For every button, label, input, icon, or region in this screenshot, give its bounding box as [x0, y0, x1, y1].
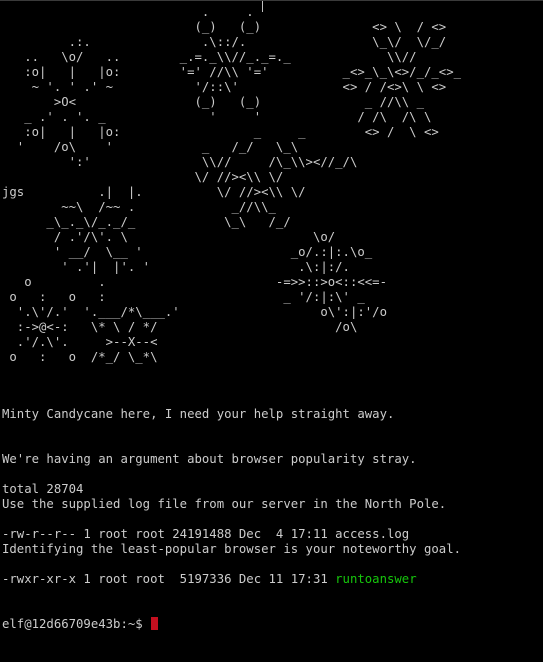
- directory-listing: total 28704 -rw-r--r-- 1 root root 24191…: [2, 452, 542, 662]
- file-name-access-log: access.log: [335, 527, 410, 541]
- ascii-art-snowflakes: . . (_) (_) <> \ / <> .:. .\::/. \_\/ \/…: [2, 5, 542, 365]
- text-cursor: [151, 617, 159, 630]
- file-details: -rw-r--r-- 1 root root 24191488 Dec 4 17…: [2, 527, 336, 541]
- listing-total: total 28704: [2, 482, 84, 496]
- command-prompt-line[interactable]: elf@12d66709e43b:~$: [2, 617, 542, 632]
- file-details: -rwxr-xr-x 1 root root 5197336 Dec 11 17…: [2, 572, 336, 586]
- ascii-art-signature: jgs: [2, 185, 25, 199]
- shell-prompt: elf@12d66709e43b:~$: [2, 617, 151, 631]
- listing-row-runtoanswer: -rwxr-xr-x 1 root root 5197336 Dec 11 17…: [2, 572, 542, 587]
- message-line: Minty Candycane here, I need your help s…: [2, 407, 395, 421]
- ascii-art-text: . . (_) (_) <> \ / <> .:. .\::/. \_\/ \/…: [2, 5, 462, 364]
- terminal-window[interactable]: . . (_) (_) <> \ / <> .:. .\::/. \_\/ \/…: [0, 0, 543, 631]
- listing-row-access-log: -rw-r--r-- 1 root root 24191488 Dec 4 17…: [2, 527, 542, 542]
- file-name-runtoanswer: runtoanswer: [335, 572, 417, 586]
